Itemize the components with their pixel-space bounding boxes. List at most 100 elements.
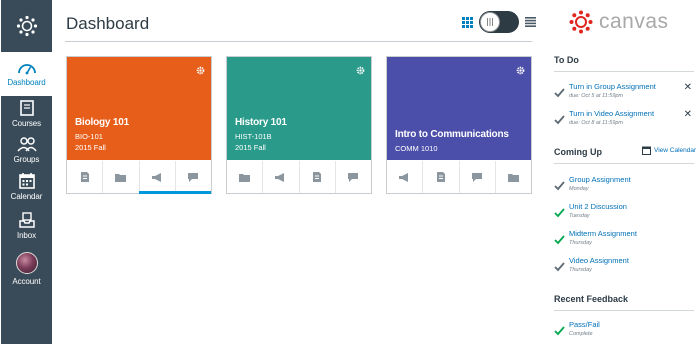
recent-feedback-heading: Recent Feedback [554,294,629,304]
done-check-icon [554,323,565,341]
recent-feedback-divider [554,310,694,311]
feedback-item: Pass/Fail Complete [554,320,694,344]
view-toggle[interactable] [479,11,519,33]
announcements-icon[interactable] [263,161,300,193]
pending-check-icon [554,259,565,277]
assignments-icon[interactable] [67,161,104,193]
files-icon[interactable] [103,161,140,193]
todo-item-link[interactable]: Turn in Group Assignment [569,82,656,91]
view-controls [462,11,536,33]
inbox-icon [18,212,35,228]
nav-item-label: Courses [11,119,42,128]
toggle-knob [480,12,500,32]
nav-item-label: Calendar [10,192,43,201]
view-calendar-link[interactable]: View Calendar [642,146,696,155]
people-icon [16,137,37,152]
discussions-icon[interactable] [176,161,211,193]
coming-up-item: Video Assignment Thursday [554,256,694,280]
header-divider [65,41,532,42]
canvas-logo-icon[interactable] [1,0,52,52]
assignments-icon[interactable] [300,161,336,193]
files-icon[interactable] [496,161,531,193]
course-term: 2015 Fall [235,143,266,152]
global-nav: Dashboard Courses Groups Calendar Inbox … [1,0,52,344]
calendar-icon [18,173,35,189]
assignment-check-icon [554,85,565,103]
card-actions [67,161,211,193]
dismiss-close-icon[interactable]: ✕ [684,82,692,93]
nav-item-inbox[interactable]: Inbox [1,212,52,240]
course-name: Biology 101 [75,117,129,128]
nav-item-account[interactable]: Account [1,252,52,286]
nav-item-label: Dashboard [7,78,46,87]
feedback-status: Complete [569,331,593,337]
card-actions [227,161,371,193]
coming-up-day: Thursday [569,267,592,273]
gear-icon[interactable] [356,62,365,80]
active-tab-indicator [139,191,211,194]
coming-up-day: Tuesday [569,213,590,219]
coming-up-item: Group Assignment Monday [554,175,694,199]
nav-item-courses[interactable]: Courses [1,100,52,128]
canvas-brand-logo: canvas [569,10,669,34]
coming-up-day: Monday [569,186,589,192]
course-card[interactable]: Biology 101 BIO-101 2015 Fall [66,56,212,194]
course-card[interactable]: Intro to Communications COMM 1010 [386,56,532,194]
card-actions [387,161,531,193]
course-name: History 101 [235,117,287,128]
todo-item: Turn in Video Assignment due: Oct 8 at 1… [554,109,694,133]
canvas-logo-text: canvas [599,10,669,33]
view-calendar-label: View Calendar [654,147,697,154]
course-term: 2015 Fall [75,143,106,152]
page-title: Dashboard [66,14,150,33]
course-card-hero[interactable]: Intro to Communications COMM 1010 [387,57,531,160]
card-view-icon[interactable] [462,16,473,28]
assignment-check-icon [554,112,565,130]
announcements-icon[interactable] [387,161,424,193]
gear-icon[interactable] [516,62,525,80]
coming-up-link[interactable]: Video Assignment [569,256,629,265]
dashboard-main: Dashboard Biology 101 BIO-101 2015 Fall … [52,0,536,344]
coming-up-link[interactable]: Unit 2 Discussion [569,202,627,211]
course-card-hero[interactable]: History 101 HIST-101B 2015 Fall [227,57,371,160]
course-code: HIST-101B [235,132,272,141]
right-sidebar: canvas To Do Turn in Group Assignment du… [540,0,700,344]
book-icon [19,100,34,116]
list-view-icon[interactable] [525,17,536,27]
coming-up-divider [554,163,694,164]
nav-item-groups[interactable]: Groups [1,136,52,164]
feedback-link[interactable]: Pass/Fail [569,320,600,329]
todo-item-link[interactable]: Turn in Video Assignment [569,109,654,118]
pending-check-icon [554,178,565,196]
nav-item-label: Groups [13,155,40,164]
nav-item-label: Inbox [16,231,37,240]
discussions-icon[interactable] [460,161,496,193]
coming-up-item: Midterm Assignment Thursday [554,229,694,253]
canvas-logo-icon [569,10,593,34]
files-icon[interactable] [227,161,264,193]
todo-item: Turn in Group Assignment due: Oct 5 at 1… [554,82,694,106]
coming-up-item: Unit 2 Discussion Tuesday [554,202,694,226]
todo-item-due: due: Oct 5 at 11:59pm [569,93,624,99]
nav-item-calendar[interactable]: Calendar [1,172,52,201]
course-code: COMM 1010 [395,144,438,153]
todo-divider [554,71,694,72]
todo-heading: To Do [554,55,579,65]
nav-item-dashboard[interactable]: Dashboard [1,52,52,96]
dismiss-close-icon[interactable]: ✕ [684,109,692,120]
course-card[interactable]: History 101 HIST-101B 2015 Fall [226,56,372,194]
coming-up-day: Thursday [569,240,592,246]
coming-up-link[interactable]: Midterm Assignment [569,229,637,238]
nav-item-label: Account [12,277,41,286]
course-code: BIO-101 [75,132,103,141]
done-check-icon [554,205,565,223]
course-name: Intro to Communications [395,129,509,140]
gear-icon[interactable] [196,62,205,80]
course-card-hero[interactable]: Biology 101 BIO-101 2015 Fall [67,57,211,160]
assignments-icon[interactable] [423,161,460,193]
announcements-icon[interactable] [140,161,176,193]
speedometer-icon [17,64,36,75]
discussions-icon[interactable] [336,161,371,193]
todo-item-due: due: Oct 8 at 11:59pm [569,120,624,126]
coming-up-link[interactable]: Group Assignment [569,175,631,184]
